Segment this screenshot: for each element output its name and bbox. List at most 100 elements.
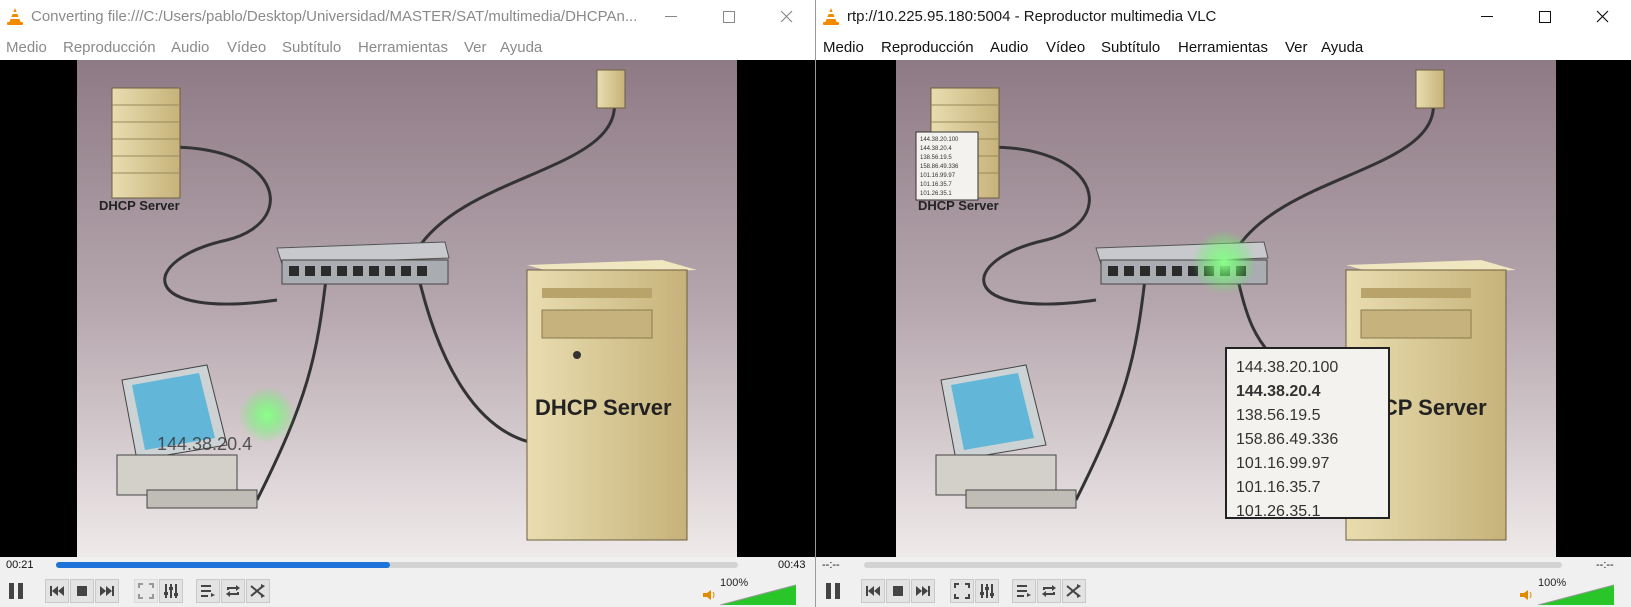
ip-entry: 101.16.35.7: [1236, 479, 1321, 496]
ip-entry: 138.56.19.5: [1236, 407, 1321, 424]
vlc-window-rtp-stream: rtp://10.225.95.180:5004 - Reproductor m…: [816, 0, 1631, 607]
menu-medio[interactable]: Medio: [823, 39, 864, 56]
maximize-icon: [723, 10, 735, 23]
close-button[interactable]: [1573, 0, 1631, 33]
seek-slider[interactable]: [56, 562, 738, 568]
pause-button[interactable]: [4, 579, 28, 603]
fullscreen-button[interactable]: [134, 579, 158, 603]
previous-button[interactable]: [45, 579, 69, 603]
time-elapsed: 00:21: [6, 559, 34, 571]
menu-subtitulo[interactable]: Subtítulo: [1101, 39, 1160, 56]
minimize-icon: [1481, 15, 1493, 17]
extended-settings-button[interactable]: [159, 579, 183, 603]
menu-ayuda[interactable]: Ayuda: [1321, 39, 1363, 56]
minimize-icon: [665, 15, 677, 17]
switch-graphic: [276, 241, 450, 285]
title-bar[interactable]: rtp://10.225.95.180:5004 - Reproductor m…: [816, 0, 1631, 33]
title-bar[interactable]: Converting file:///C:/Users/pablo/Deskto…: [0, 0, 815, 33]
close-button[interactable]: [757, 0, 815, 33]
extended-settings-button[interactable]: [975, 579, 999, 603]
minimize-button[interactable]: [1458, 0, 1516, 33]
speaker-icon[interactable]: [702, 588, 716, 606]
small-ip-list-card: 144.38.20.100 144.38.20.4 138.56.19.5 15…: [915, 131, 979, 201]
menu-audio[interactable]: Audio: [171, 39, 209, 56]
menu-ayuda[interactable]: Ayuda: [500, 39, 542, 56]
next-button[interactable]: [911, 579, 935, 603]
maximize-button[interactable]: [700, 0, 758, 33]
loop-button[interactable]: [221, 579, 245, 603]
small-server-graphic: [111, 87, 181, 199]
seek-slider[interactable]: [864, 562, 1562, 568]
menu-video[interactable]: Vídeo: [227, 39, 266, 56]
volume-slider[interactable]: [719, 581, 797, 606]
previous-icon: [866, 586, 880, 596]
time-elapsed: --:--: [822, 559, 840, 571]
playlist-icon: [201, 585, 215, 597]
fullscreen-button[interactable]: [950, 579, 974, 603]
stop-button[interactable]: [886, 579, 910, 603]
next-icon: [100, 586, 114, 596]
maximize-button[interactable]: [1516, 0, 1574, 33]
menu-reproduccion[interactable]: Reproducción: [881, 39, 974, 56]
ip-entry: 101.16.99.97: [1236, 455, 1330, 472]
stop-button[interactable]: [70, 579, 94, 603]
ip-entry: 144.38.20.4: [1236, 383, 1321, 400]
previous-button[interactable]: [861, 579, 885, 603]
menu-ver[interactable]: Ver: [1285, 39, 1308, 56]
stop-icon: [893, 586, 903, 596]
menu-herramientas[interactable]: Herramientas: [1178, 39, 1268, 56]
close-icon: [1596, 10, 1608, 23]
playback-controls: 100%: [0, 575, 815, 607]
loop-icon: [226, 585, 240, 597]
time-total: --:--: [1596, 559, 1614, 571]
menu-audio[interactable]: Audio: [990, 39, 1028, 56]
minimize-button[interactable]: [642, 0, 700, 33]
menu-bar: Medio Reproducción Audio Vídeo Subtítulo…: [0, 33, 815, 60]
ip-list-card: 144.38.20.100 144.38.20.4 138.56.19.5 15…: [1225, 347, 1390, 520]
speaker-icon[interactable]: [1519, 588, 1533, 606]
video-area[interactable]: 144.38.20.100 144.38.20.4 138.56.19.5 15…: [816, 60, 1631, 557]
loop-icon: [1042, 585, 1056, 597]
playlist-button[interactable]: [196, 579, 220, 603]
fullscreen-icon: [138, 583, 154, 599]
menu-reproduccion[interactable]: Reproducción: [63, 39, 156, 56]
small-ip-entry: 144.38.20.100: [920, 137, 959, 143]
volume-slider[interactable]: [1537, 581, 1615, 606]
shuffle-button[interactable]: [246, 579, 270, 603]
pause-icon: [9, 583, 23, 599]
extended-settings-icon: [980, 584, 994, 598]
menu-subtitulo[interactable]: Subtítulo: [282, 39, 341, 56]
next-button[interactable]: [95, 579, 119, 603]
playback-controls: 100%: [816, 575, 1631, 607]
pause-button[interactable]: [821, 579, 845, 603]
menu-herramientas[interactable]: Herramientas: [358, 39, 448, 56]
dhcp-animation-frame: DHCP Server DHCP Server 144.38.20.4: [77, 60, 737, 557]
small-ip-entry: 101.16.99.97: [920, 173, 956, 179]
maximize-icon: [1539, 10, 1551, 23]
small-ip-entry: 101.16.35.7: [920, 182, 952, 188]
shuffle-icon: [1066, 584, 1081, 598]
time-total: 00:43: [778, 559, 806, 571]
menu-ver[interactable]: Ver: [464, 39, 487, 56]
menu-medio[interactable]: Medio: [6, 39, 47, 56]
ip-overlay: 144.38.20.4: [157, 434, 252, 454]
window-title: rtp://10.225.95.180:5004 - Reproductor m…: [847, 8, 1217, 25]
server-label-small: DHCP Server: [918, 198, 999, 213]
playlist-icon: [1017, 585, 1031, 597]
vlc-cone-icon: [822, 7, 840, 31]
extended-settings-icon: [164, 584, 178, 598]
next-icon: [916, 586, 930, 596]
previous-icon: [50, 586, 64, 596]
small-ip-entry: 158.86.49.336: [920, 164, 959, 170]
playlist-button[interactable]: [1012, 579, 1036, 603]
shuffle-button[interactable]: [1062, 579, 1086, 603]
dhcp-animation-frame: 144.38.20.100 144.38.20.4 138.56.19.5 15…: [896, 60, 1556, 557]
menu-video[interactable]: Vídeo: [1046, 39, 1085, 56]
stop-icon: [77, 586, 87, 596]
video-area[interactable]: DHCP Server DHCP Server 144.38.20.4: [0, 60, 815, 557]
server-label-large: DHCP Server: [535, 395, 672, 420]
vlc-cone-icon: [6, 7, 24, 31]
close-icon: [780, 10, 792, 23]
loop-button[interactable]: [1037, 579, 1061, 603]
ip-entry: 144.38.20.100: [1236, 359, 1338, 376]
